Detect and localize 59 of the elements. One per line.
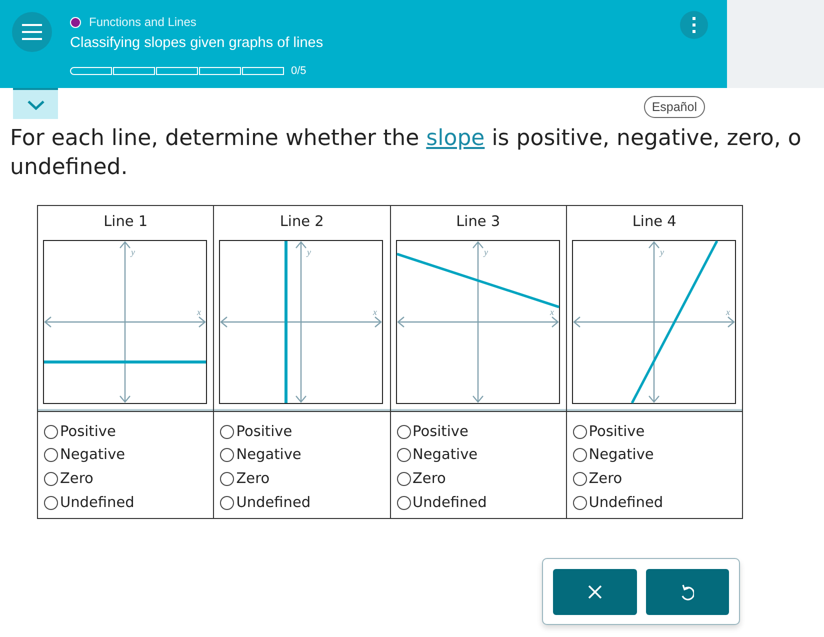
radio-option[interactable]: Positive [44,420,214,444]
radio-button[interactable] [220,472,234,486]
undo-icon [680,584,694,600]
radio-button[interactable] [44,496,58,510]
language-button[interactable]: Español [644,96,705,118]
axis-label: x [550,307,554,317]
radio-option[interactable]: Positive [572,420,742,444]
axis-label: x [197,307,201,317]
radio-button[interactable] [396,424,410,439]
radio-option[interactable]: Zero [572,467,742,491]
line-label: Line 4 [631,213,678,232]
axis-label: x [373,307,378,317]
axis-label: y [660,247,664,257]
radio-button[interactable] [396,496,410,510]
line-label: Line 1 [102,213,149,232]
topic-name: Functions and Lines [89,15,196,29]
reset-button[interactable] [646,569,729,615]
radio-option[interactable]: Undefined [220,490,390,514]
radio-button[interactable] [220,448,234,462]
close-icon [588,585,602,599]
chevron-down-icon [26,100,44,110]
radio-option[interactable]: Positive [396,420,566,444]
radio-button[interactable] [572,496,587,510]
line-label: Line 3 [455,213,502,232]
topic-dot [70,16,81,28]
axis-label: x [726,307,730,317]
radio-option[interactable]: Positive [220,420,390,444]
instruction-text: For each line, determine whether the slope is positive, negative, zero, o undefined. [9,125,802,182]
radio-button[interactable] [572,448,587,462]
collapse-tab[interactable] [13,88,58,119]
radio-button[interactable] [220,496,234,510]
radio-button[interactable] [44,448,58,462]
radio-button[interactable] [572,424,587,439]
radio-button[interactable] [396,448,410,462]
radio-option[interactable]: Zero [396,467,566,491]
more-options-button[interactable] [680,11,708,39]
more-icon [692,17,696,33]
axis-label: y [484,247,488,257]
radio-option[interactable]: Negative [572,444,742,468]
radio-button[interactable] [396,472,410,486]
progress-count: 0/5 [291,65,306,77]
axis-label: y [131,247,135,257]
radio-button[interactable] [44,472,58,486]
radio-option[interactable]: Undefined [396,490,566,514]
radio-option[interactable]: Undefined [572,490,742,514]
line-label: Line 2 [278,213,325,232]
radio-button[interactable] [44,424,58,439]
radio-option[interactable]: Negative [220,444,390,468]
radio-option[interactable]: Negative [396,444,566,468]
lesson-title: Classifying slopes given graphs of lines [70,35,324,51]
radio-option[interactable]: Zero [44,467,214,491]
menu-button[interactable] [12,12,52,52]
radio-button[interactable] [220,424,234,439]
radio-option[interactable]: Undefined [44,490,214,514]
radio-button[interactable] [572,472,587,486]
radio-option[interactable]: Zero [220,467,390,491]
slope-link[interactable]: slope [426,126,485,151]
radio-option[interactable]: Negative [44,444,214,468]
axis-label: y [307,247,312,257]
